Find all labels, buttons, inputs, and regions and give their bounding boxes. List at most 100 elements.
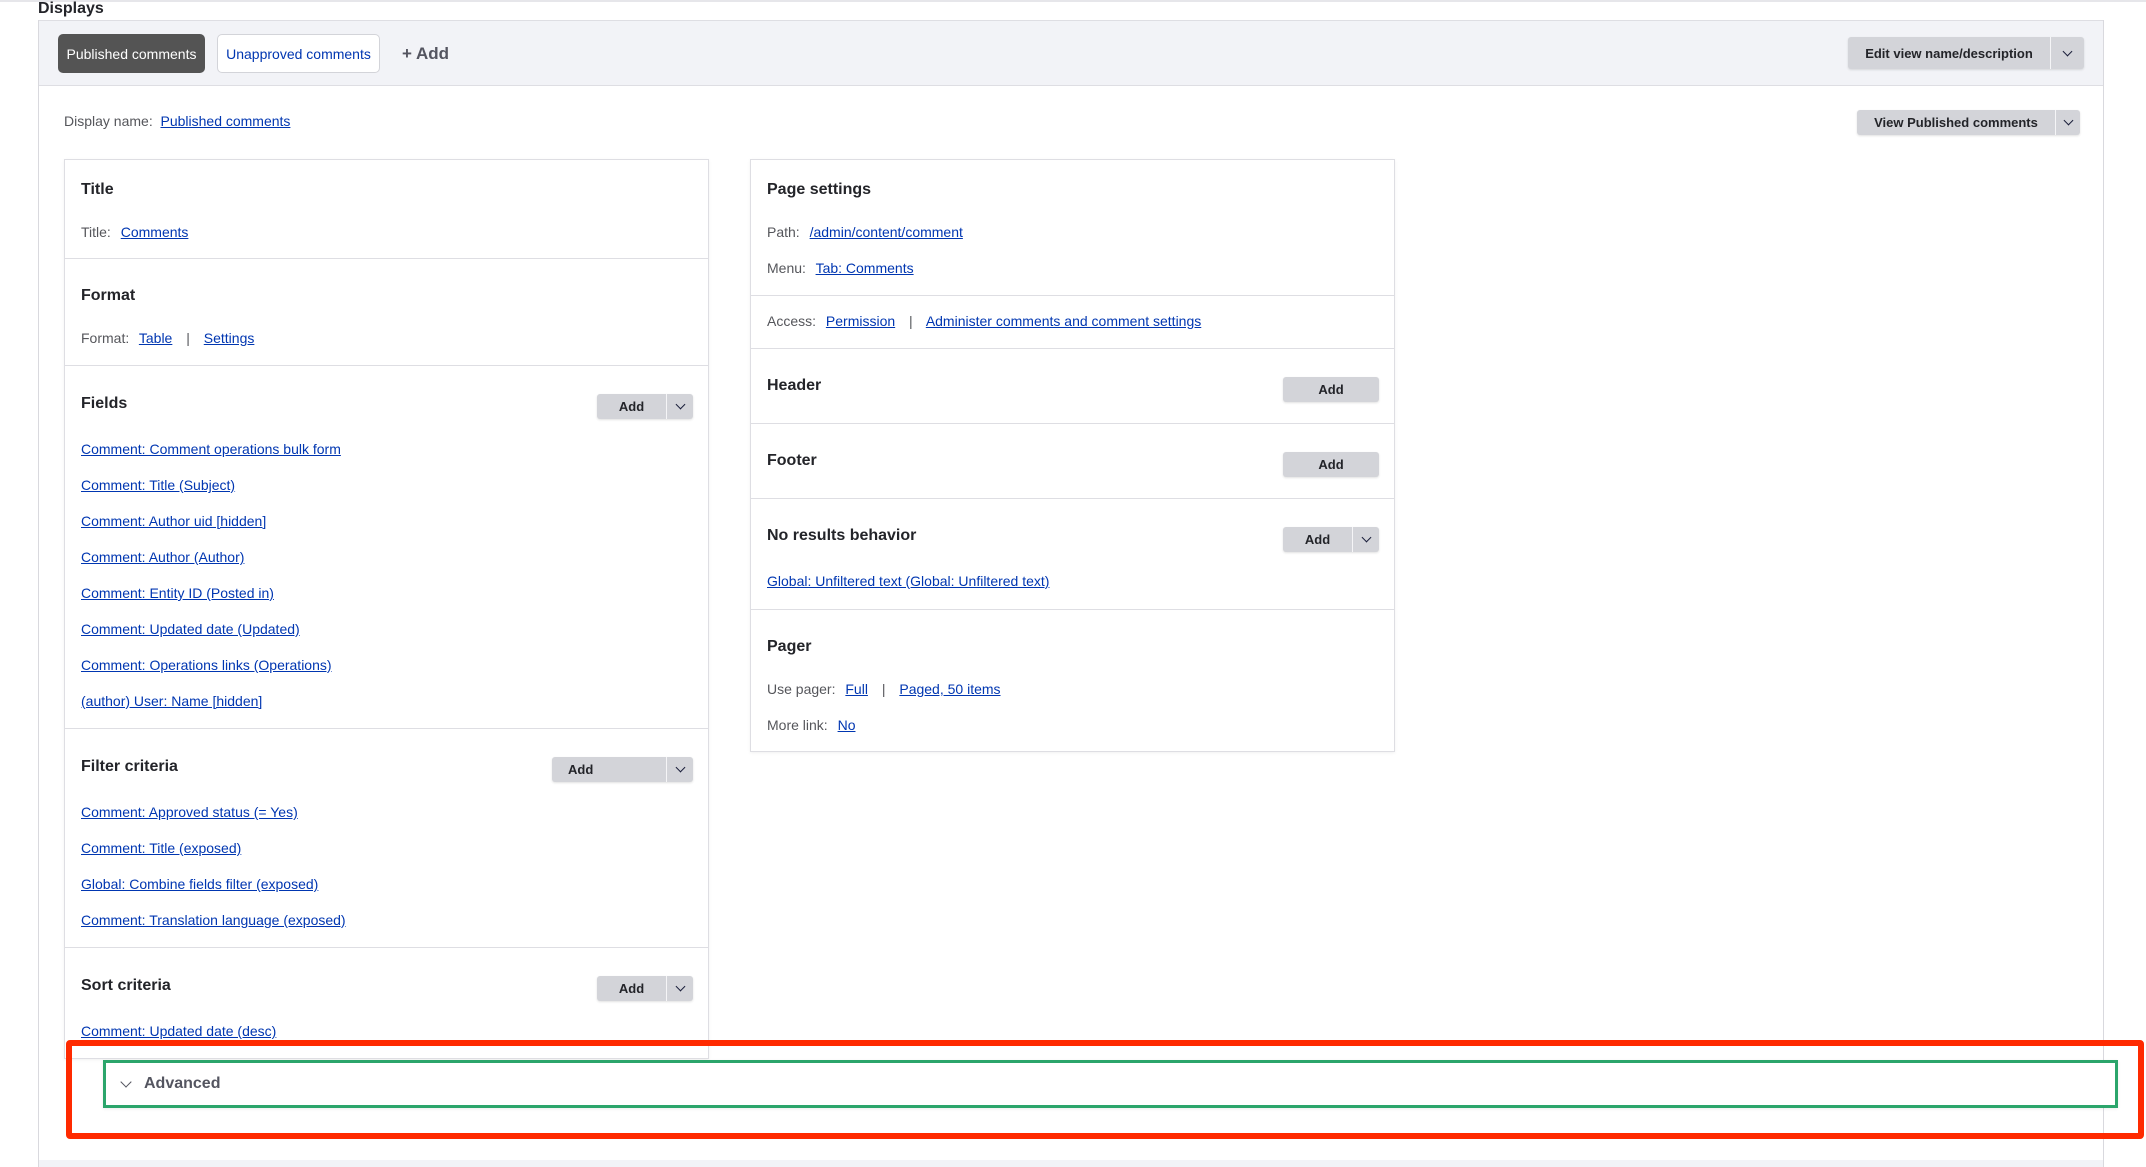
separator: | — [909, 313, 913, 329]
format-row: Format: Table | Settings — [81, 330, 254, 346]
use-pager-row: Use pager: Full | Paged, 50 items — [767, 681, 1001, 697]
field-item[interactable]: Comment: Title (Subject) — [81, 477, 235, 493]
bottom-strip — [39, 1160, 2103, 1167]
format-section: Format Format: Table | Settings — [65, 259, 708, 366]
tab-unapproved-comments[interactable]: Unapproved comments — [217, 34, 380, 73]
page-settings-heading: Page settings — [767, 181, 872, 198]
no-results-add-button[interactable]: Add — [1283, 527, 1352, 552]
filters-add-dropbutton: Add — [552, 757, 693, 782]
sorts-add-dropbutton: Add — [597, 976, 693, 1001]
fields-add-button[interactable]: Add — [597, 394, 666, 419]
sort-criteria-heading: Sort criteria — [81, 977, 171, 994]
header-add-button-wrap: Add — [1283, 377, 1379, 402]
field-item[interactable]: Comment: Author (Author) — [81, 549, 244, 565]
fields-add-dropdown-toggle[interactable] — [666, 394, 693, 419]
field-item[interactable]: Comment: Comment operations bulk form — [81, 441, 341, 457]
filter-item[interactable]: Comment: Translation language (exposed) — [81, 912, 346, 928]
filter-item[interactable]: Comment: Approved status (= Yes) — [81, 804, 298, 820]
title-heading: Title — [81, 181, 114, 198]
no-results-add-dropdown-toggle[interactable] — [1352, 527, 1379, 552]
filter-item[interactable]: Comment: Title (exposed) — [81, 840, 241, 856]
field-item[interactable]: Comment: Updated date (Updated) — [81, 621, 300, 637]
more-link-label: More link: — [767, 717, 828, 733]
pager-items-link[interactable]: Paged, 50 items — [899, 681, 1000, 697]
field-item[interactable]: Comment: Entity ID (Posted in) — [81, 585, 274, 601]
filters-add-dropdown-toggle[interactable] — [666, 757, 693, 782]
chevron-down-icon — [2062, 46, 2073, 56]
view-display-dropbutton: View Published comments — [1857, 110, 2080, 135]
access-section: Access: Permission | Administer comments… — [751, 296, 1394, 349]
path-link[interactable]: /admin/content/comment — [810, 224, 963, 240]
add-display-button[interactable]: + Add — [402, 34, 449, 73]
access-row: Access: Permission | Administer comments… — [767, 313, 1201, 329]
advanced-label: Advanced — [144, 1075, 221, 1092]
more-link-row: More link: No — [767, 717, 855, 733]
display-tabs-bar: Published comments Unapproved comments +… — [39, 20, 2103, 86]
displays-container: Published comments Unapproved comments +… — [38, 20, 2104, 1167]
fields-heading: Fields — [81, 395, 128, 412]
pager-heading: Pager — [767, 638, 812, 655]
edit-view-dropdown-toggle[interactable] — [2050, 37, 2084, 69]
header-section: Header Add — [751, 349, 1394, 424]
display-name-link[interactable]: Published comments — [160, 113, 290, 129]
title-section: Title Title: Comments — [65, 160, 708, 259]
filters-add-button[interactable]: Add — [552, 757, 666, 782]
chevron-down-icon — [675, 981, 685, 992]
displays-heading: Displays — [38, 0, 104, 17]
use-pager-label: Use pager: — [767, 681, 836, 697]
view-display-dropdown-toggle[interactable] — [2055, 110, 2080, 135]
fields-section: Fields Add Comment: Comment operations b… — [65, 366, 708, 729]
access-type-link[interactable]: Permission — [826, 313, 895, 329]
access-label: Access: — [767, 313, 817, 329]
chevron-down-icon — [675, 399, 685, 410]
footer-add-button-wrap: Add — [1283, 452, 1379, 477]
access-permission-link[interactable]: Administer comments and comment settings — [926, 313, 1201, 329]
footer-heading: Footer — [767, 452, 817, 469]
separator: | — [881, 681, 886, 697]
pager-section: Pager Use pager: Full | Paged, 50 items … — [751, 610, 1394, 750]
chevron-down-icon — [1361, 532, 1371, 543]
format-label: Format: — [81, 330, 130, 346]
menu-row: Menu: Tab: Comments — [767, 260, 914, 276]
sorts-add-dropdown-toggle[interactable] — [666, 976, 693, 1001]
left-column-panel: Title Title: Comments Format Format: Tab… — [64, 159, 709, 1059]
footer-add-button[interactable]: Add — [1283, 452, 1379, 477]
sort-item[interactable]: Comment: Updated date (desc) — [81, 1023, 276, 1039]
top-divider — [0, 0, 2146, 2]
sorts-add-button[interactable]: Add — [597, 976, 666, 1001]
right-column-panel: Page settings Path: /admin/content/comme… — [750, 159, 1395, 752]
field-item[interactable]: Comment: Operations links (Operations) — [81, 657, 332, 673]
field-item[interactable]: Comment: Author uid [hidden] — [81, 513, 266, 529]
sort-criteria-section: Sort criteria Add Comment: Updated date … — [65, 948, 708, 1058]
pager-type-link[interactable]: Full — [845, 681, 868, 697]
format-heading: Format — [81, 287, 136, 304]
chevron-down-icon — [675, 762, 685, 773]
no-results-item[interactable]: Global: Unfiltered text (Global: Unfilte… — [767, 573, 1049, 589]
tab-published-comments[interactable]: Published comments — [58, 34, 205, 73]
no-results-heading: No results behavior — [767, 527, 917, 544]
header-heading: Header — [767, 377, 822, 394]
view-published-comments-button[interactable]: View Published comments — [1857, 110, 2055, 135]
fields-add-dropbutton: Add — [597, 394, 693, 419]
filter-criteria-section: Filter criteria Add Comment: Approved st… — [65, 729, 708, 948]
advanced-toggle[interactable]: Advanced — [103, 1060, 2118, 1108]
separator: | — [186, 330, 190, 346]
title-value-link[interactable]: Comments — [121, 224, 189, 240]
format-settings-link[interactable]: Settings — [204, 330, 255, 346]
path-row: Path: /admin/content/comment — [767, 224, 963, 240]
page-settings-section: Page settings Path: /admin/content/comme… — [751, 160, 1394, 296]
more-link-value[interactable]: No — [838, 717, 856, 733]
display-name-label: Display name: — [64, 113, 153, 129]
chevron-down-icon — [120, 1075, 132, 1088]
header-add-button[interactable]: Add — [1283, 377, 1379, 402]
no-results-section: No results behavior Add Global: Unfilter… — [751, 499, 1394, 610]
path-label: Path: — [767, 224, 800, 240]
title-label: Title: — [81, 224, 111, 240]
menu-link[interactable]: Tab: Comments — [816, 260, 914, 276]
format-table-link[interactable]: Table — [139, 330, 172, 346]
display-name-row: Display name: Published comments — [64, 113, 290, 129]
filter-item[interactable]: Global: Combine fields filter (exposed) — [81, 876, 318, 892]
field-item[interactable]: (author) User: Name [hidden] — [81, 693, 262, 709]
edit-view-name-button[interactable]: Edit view name/description — [1848, 37, 2050, 69]
filter-criteria-heading: Filter criteria — [81, 758, 178, 775]
